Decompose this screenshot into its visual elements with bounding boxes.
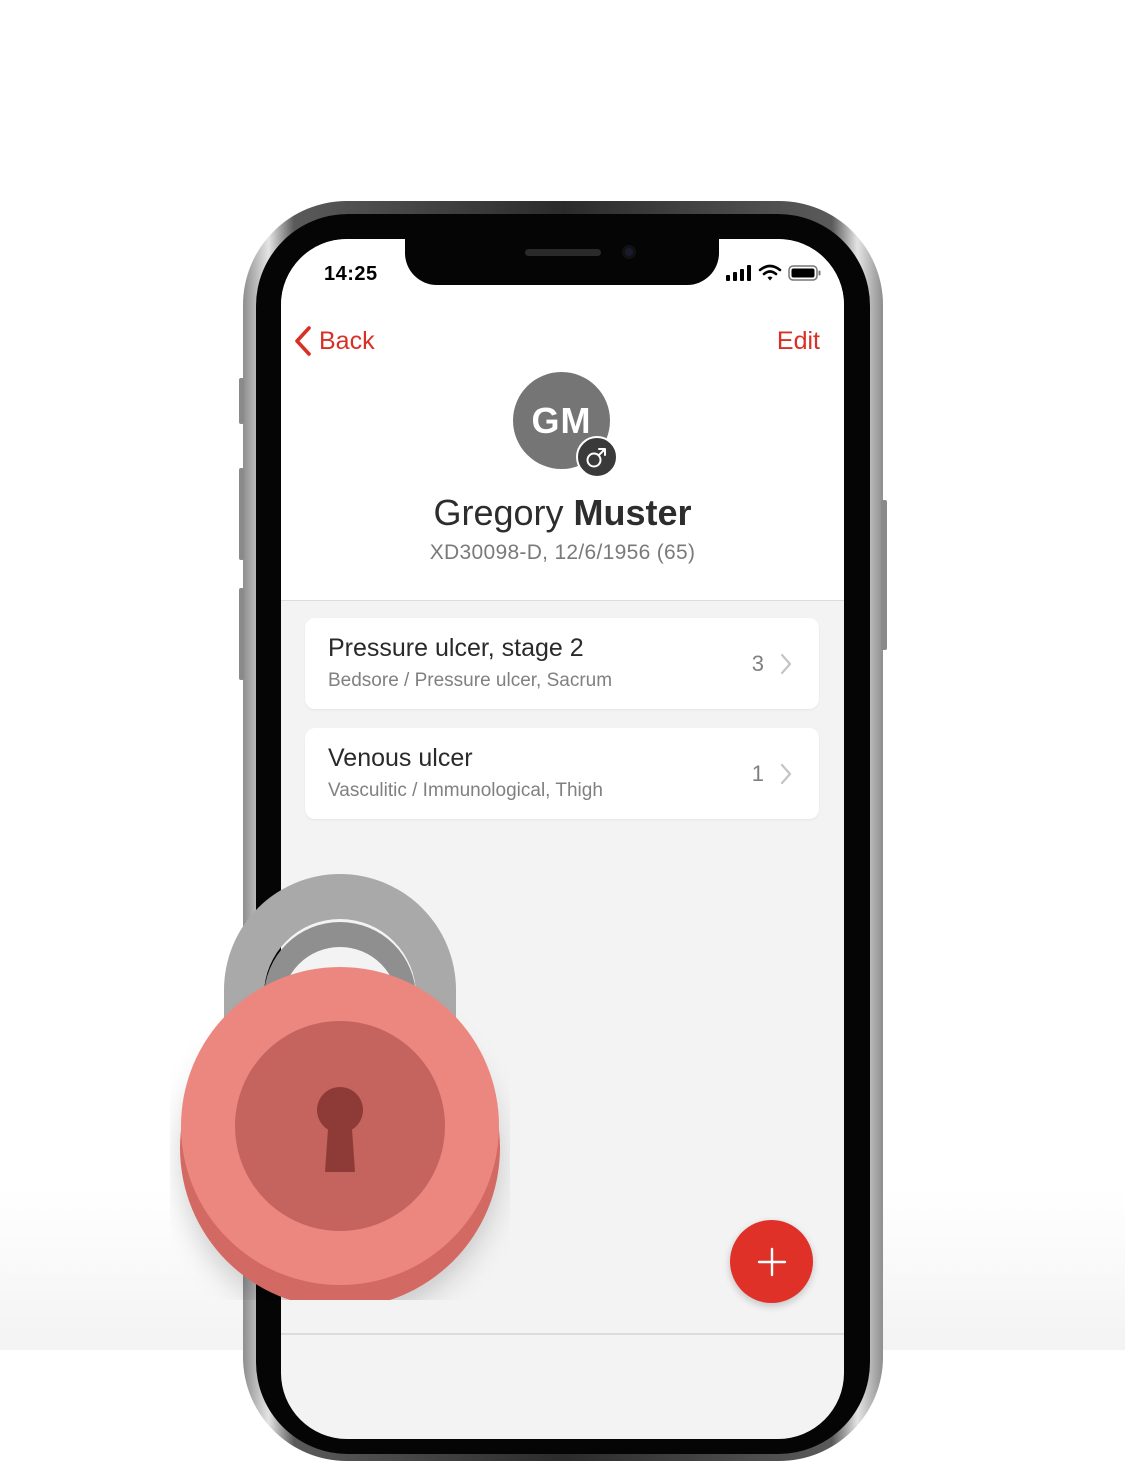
cellular-signal-icon [726,265,751,281]
chevron-right-icon [780,653,792,675]
front-camera [622,245,636,259]
status-icons [726,264,822,282]
patient-name: Gregory Muster [281,492,844,534]
phone-power-button [881,500,887,650]
wound-image-count: 3 [751,651,764,676]
chevron-left-icon [295,326,311,356]
patient-last-name: Muster [573,492,692,533]
patient-meta: XD30098-D, 12/6/1956 (65) [429,541,696,564]
wifi-icon [758,264,782,281]
speaker-grille [525,249,601,256]
wound-card[interactable]: Pressure ulcer, stage 2 Bedsore / Pressu… [305,618,819,709]
add-wound-button[interactable] [730,1220,813,1303]
phone-volume-down [239,588,244,680]
wound-card[interactable]: Venous ulcer Vasculitic / Immunological,… [305,728,819,819]
padlock-icon [180,874,500,1300]
phone-notch [405,239,719,285]
wound-title: Pressure ulcer, stage 2 [328,634,584,662]
wound-title: Venous ulcer [328,744,473,772]
male-symbol-icon [576,436,618,478]
wound-subtitle: Bedsore / Pressure ulcer, Sacrum [328,670,613,691]
status-time: 14:25 [324,263,378,285]
back-label: Back [319,326,375,355]
wound-image-count: 1 [751,761,764,786]
edit-button[interactable]: Edit [777,327,820,356]
chevron-right-icon [780,763,792,785]
back-button[interactable]: Back [293,325,375,357]
phone-volume-up [239,468,244,560]
plus-icon [757,1247,786,1276]
wound-subtitle: Vasculitic / Immunological, Thigh [328,780,603,801]
phone-silent-switch [239,378,244,424]
bottom-divider [281,1333,844,1335]
battery-icon [788,265,821,281]
patient-first-name: Gregory [433,492,564,533]
